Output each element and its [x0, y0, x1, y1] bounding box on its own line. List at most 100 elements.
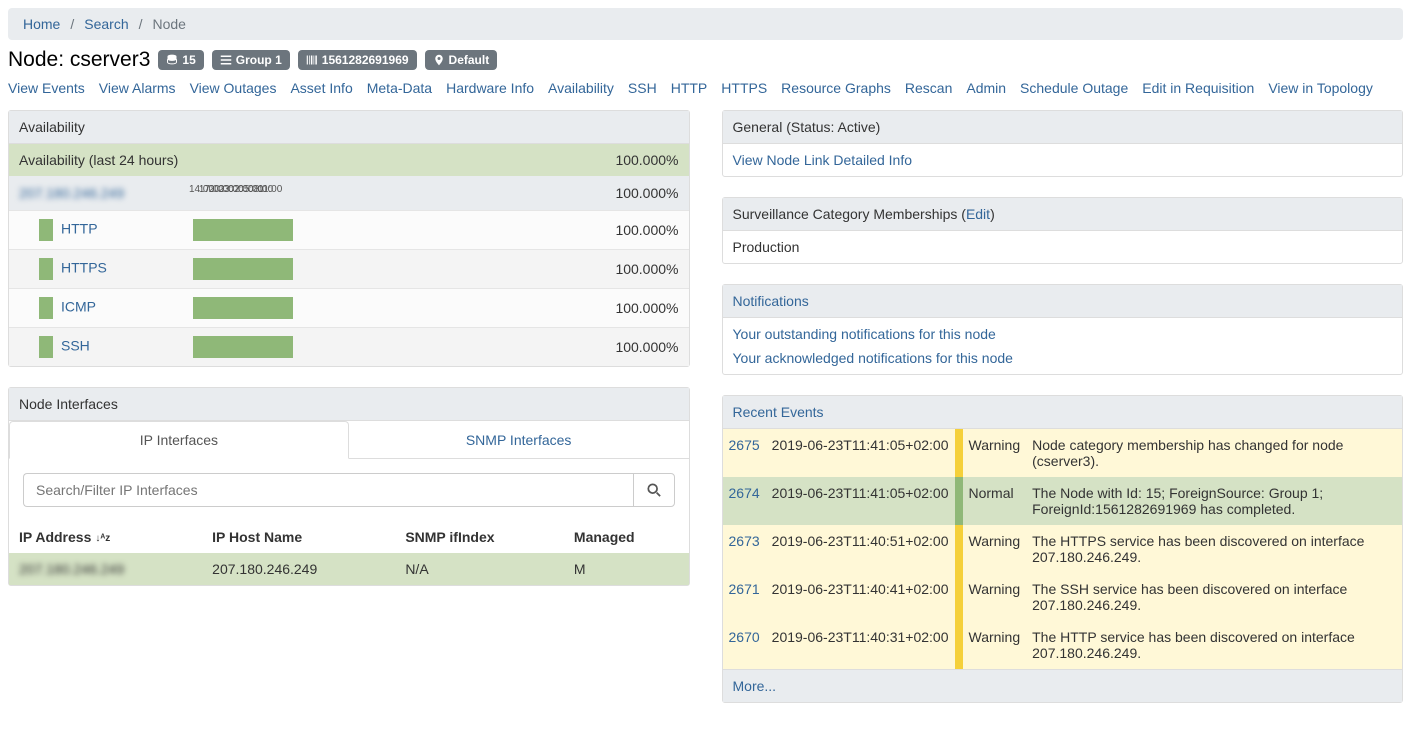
interfaces-tabs: IP Interfaces SNMP Interfaces: [9, 421, 689, 459]
badge-node-id: 15: [158, 50, 203, 70]
view-node-link-detailed-info[interactable]: View Node Link Detailed Info: [733, 152, 913, 168]
action-view-events[interactable]: View Events: [8, 80, 85, 96]
table-row[interactable]: 207.180.246.249207.180.246.249N/AM: [9, 553, 689, 585]
barcode-icon: [306, 54, 318, 66]
event-severity: Warning: [963, 621, 1027, 669]
interfaces-card: Node Interfaces IP Interfaces SNMP Inter…: [8, 387, 690, 586]
tab-snmp-interfaces[interactable]: SNMP Interfaces: [349, 421, 689, 458]
action-schedule-outage[interactable]: Schedule Outage: [1020, 80, 1128, 96]
event-row: 26742019-06-23T11:41:05+02:00NormalThe N…: [723, 477, 1403, 525]
breadcrumb-search[interactable]: Search: [84, 16, 128, 32]
recent-events-card: Recent Events 2675 2019-06-23T11:41:05+02…: [722, 395, 1404, 703]
service-pct: 100.000%: [307, 289, 688, 328]
action-edit-in-requisition[interactable]: Edit in Requisition: [1142, 80, 1254, 96]
action-view-in-topology[interactable]: View in Topology: [1268, 80, 1373, 96]
availability-header: Availability: [9, 111, 689, 144]
cell-managed: M: [564, 553, 689, 585]
notifications-card: Notifications Your outstanding notificat…: [722, 284, 1404, 375]
action-view-outages[interactable]: View Outages: [190, 80, 277, 96]
event-message: Node category membership has changed for…: [1026, 429, 1402, 477]
event-message: The SSH service has been discovered on i…: [1026, 573, 1402, 621]
cell-host: 207.180.246.249: [202, 553, 395, 585]
notifications-header-link[interactable]: Notifications: [733, 293, 809, 309]
event-timestamp: 2019-06-23T11:40:41+02:00: [766, 573, 955, 621]
timeline-bar: [193, 297, 293, 319]
breadcrumb-home[interactable]: Home: [23, 16, 60, 32]
status-tick: [39, 297, 53, 319]
event-timestamp: 2019-06-23T11:41:05+02:00: [766, 429, 955, 477]
search-interfaces-input[interactable]: [23, 473, 633, 507]
action-rescan[interactable]: Rescan: [905, 80, 952, 96]
surveillance-edit-link[interactable]: Edit: [966, 206, 990, 222]
search-icon: [647, 483, 661, 497]
service-link-http[interactable]: HTTP: [61, 221, 98, 237]
event-row: 26712019-06-23T11:40:41+02:00WarningThe …: [723, 573, 1403, 621]
col-ip-host-name[interactable]: IP Host Name: [202, 521, 395, 553]
timeline-bar: [193, 219, 293, 241]
sort-asc-icon: ↓ᴬᴢ: [95, 533, 110, 544]
action-http[interactable]: HTTP: [671, 80, 708, 96]
search-interfaces-button[interactable]: [633, 473, 675, 507]
surveillance-category: Production: [723, 231, 1403, 263]
recent-events-header-link[interactable]: Recent Events: [733, 404, 824, 420]
availability-card: Availability Availability (last 24 hours…: [8, 110, 690, 367]
action-asset-info[interactable]: Asset Info: [290, 80, 352, 96]
action-resource-graphs[interactable]: Resource Graphs: [781, 80, 891, 96]
event-row: 2670 2019-06-23T11:40:31+02:00WarningThe …: [723, 621, 1403, 669]
surveillance-header: Surveillance Category Memberships (Edit): [723, 198, 1403, 231]
breadcrumb: Home / Search / Node: [8, 8, 1403, 40]
pin-icon: [433, 54, 445, 66]
col-managed[interactable]: Managed: [564, 521, 689, 553]
severity-bar: [955, 573, 963, 621]
availability-ip-link[interactable]: 207.180.246.249: [19, 185, 124, 201]
event-message: The Node with Id: 15; ForeignSource: Gro…: [1026, 477, 1402, 525]
badge-location: Default: [425, 50, 498, 70]
event-id-link[interactable]: 2671: [729, 581, 760, 597]
col-ip-address[interactable]: IP Address↓ᴬᴢ: [9, 521, 202, 553]
action-https[interactable]: HTTPS: [721, 80, 767, 96]
action-view-alarms[interactable]: View Alarms: [99, 80, 176, 96]
severity-bar: [955, 429, 963, 477]
service-link-icmp[interactable]: ICMP: [61, 299, 96, 315]
severity-bar: [955, 477, 963, 525]
badge-foreign-id: 1561282691969: [298, 50, 417, 70]
event-timestamp: 2019-06-23T11:40:51+02:00: [766, 525, 955, 573]
service-link-ssh[interactable]: SSH: [61, 338, 90, 354]
badge-group: Group 1: [212, 50, 290, 70]
event-message: The HTTP service has been discovered on …: [1026, 621, 1402, 669]
event-timestamp: 2019-06-23T11:40:31+02:00: [766, 621, 955, 669]
availability-summary-label: Availability (last 24 hours): [9, 144, 278, 176]
cell-ip: 207.180.246.249: [19, 561, 124, 577]
event-severity: Warning: [963, 429, 1027, 477]
general-card: General (Status: Active) View Node Link …: [722, 110, 1404, 177]
event-id-link[interactable]: 2674: [729, 485, 760, 501]
action-links: View Events View Alarms View Outages Asset …: [8, 80, 1403, 96]
event-message: The HTTPS service has been discovered on…: [1026, 525, 1402, 573]
list-icon: [220, 54, 232, 66]
severity-bar: [955, 621, 963, 669]
event-id-link[interactable]: 2670: [729, 629, 760, 645]
col-snmp-ifindex[interactable]: SNMP ifIndex: [395, 521, 564, 553]
event-id-link[interactable]: 2675: [729, 437, 760, 453]
acknowledged-notifications-link[interactable]: Your acknowledged notifications for this…: [733, 350, 1013, 366]
action-availability[interactable]: Availability: [548, 80, 614, 96]
database-icon: [166, 54, 178, 66]
status-tick: [39, 258, 53, 280]
breadcrumb-sep: /: [139, 16, 143, 32]
action-admin[interactable]: Admin: [966, 80, 1006, 96]
action-hardware-info[interactable]: Hardware Info: [446, 80, 534, 96]
action-meta-data[interactable]: Meta-Data: [367, 80, 432, 96]
action-ssh[interactable]: SSH: [628, 80, 657, 96]
page-title: Node: cserver3: [8, 48, 150, 72]
event-id-link[interactable]: 2673: [729, 533, 760, 549]
status-tick: [39, 336, 53, 358]
timeline-tick: 11:00: [258, 184, 282, 195]
timeline-bar: [193, 258, 293, 280]
page-title-row: Node: cserver3 15 Group 1 1561282691969 …: [8, 48, 1403, 72]
availability-summary-pct: 100.000%: [278, 144, 689, 176]
recent-events-more-link[interactable]: More...: [733, 678, 777, 694]
tab-ip-interfaces[interactable]: IP Interfaces: [9, 421, 349, 459]
event-severity: Warning: [963, 525, 1027, 573]
outstanding-notifications-link[interactable]: Your outstanding notifications for this …: [733, 326, 996, 342]
service-link-https[interactable]: HTTPS: [61, 260, 107, 276]
